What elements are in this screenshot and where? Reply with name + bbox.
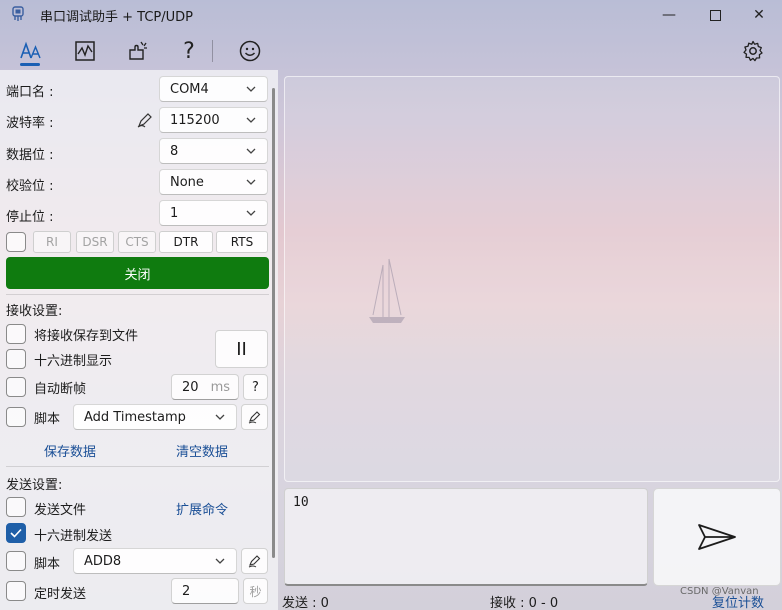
save-data-link[interactable]: 保存数据: [44, 441, 96, 460]
pen-icon: [248, 555, 260, 568]
receive-display[interactable]: [284, 76, 780, 482]
frame-ms-input[interactable]: 20 ms: [171, 374, 239, 400]
close-window-button[interactable]: ✕: [744, 4, 774, 26]
chevron-down-icon: [246, 117, 256, 123]
app-icon: [12, 6, 24, 21]
send-script-value: ADD8: [84, 553, 122, 569]
pen-icon: [248, 411, 260, 424]
send-script-checkbox[interactable]: [6, 551, 26, 571]
extend-command-link[interactable]: 扩展命令: [176, 499, 228, 518]
receive-script-value: Add Timestamp: [84, 409, 186, 425]
send-file-label: 发送文件: [34, 503, 87, 518]
help-icon: ?: [183, 38, 195, 64]
cts-button[interactable]: CTS: [118, 231, 156, 253]
plugin-icon: [129, 41, 147, 60]
baud-select[interactable]: 115200: [159, 107, 268, 133]
port-value: COM4: [170, 81, 209, 97]
sent-count: 发送 : 0: [282, 596, 329, 610]
send-file-checkbox[interactable]: [6, 497, 26, 517]
signal-checkbox[interactable]: [6, 232, 26, 252]
port-select[interactable]: COM4: [159, 76, 268, 102]
checkmark-icon: [10, 528, 22, 538]
pause-icon: II: [236, 338, 247, 360]
send-arrow-icon: [698, 524, 736, 550]
send-input-value: 10: [293, 495, 309, 510]
send-script-edit-button[interactable]: [241, 548, 268, 574]
tab-font-settings[interactable]: [18, 38, 44, 64]
send-button[interactable]: [653, 488, 781, 586]
receive-script-select[interactable]: Add Timestamp: [73, 404, 237, 430]
baud-label: 波特率 :: [6, 116, 54, 131]
hex-send-label: 十六进制发送: [34, 529, 113, 544]
divider: [6, 294, 269, 295]
chevron-down-icon: [246, 210, 256, 216]
receive-script-checkbox[interactable]: [6, 407, 26, 427]
databits-select[interactable]: 8: [159, 138, 268, 164]
parity-select[interactable]: None: [159, 169, 268, 195]
hex-display-checkbox[interactable]: [6, 349, 26, 369]
chevron-down-icon: [246, 148, 256, 154]
frame-ms-value: 20: [182, 379, 199, 395]
ri-button[interactable]: RI: [33, 231, 71, 253]
port-label: 端口名 :: [6, 85, 54, 100]
receive-script-label: 脚本: [34, 412, 61, 427]
edit-icon[interactable]: [136, 111, 154, 129]
dtr-button[interactable]: DTR: [159, 231, 213, 253]
send-input[interactable]: 10: [284, 488, 648, 586]
stopbits-value: 1: [170, 205, 179, 221]
hex-display-label: 十六进制显示: [34, 354, 113, 369]
receive-section-label: 接收设置:: [6, 304, 63, 319]
tab-about[interactable]: [237, 38, 263, 64]
tab-help[interactable]: ?: [176, 38, 202, 64]
gear-icon: [743, 40, 763, 62]
waveform-chart-icon: [75, 41, 95, 61]
save-to-file-label: 将接收保存到文件: [34, 329, 139, 344]
save-to-file-checkbox[interactable]: [6, 324, 26, 344]
hex-send-checkbox[interactable]: [6, 523, 26, 543]
auto-frame-label: 自动断帧: [34, 382, 87, 397]
maximize-icon: [709, 9, 721, 21]
frame-ms-unit: ms: [210, 379, 230, 395]
settings-button[interactable]: [740, 38, 766, 64]
dsr-button[interactable]: DSR: [76, 231, 114, 253]
baud-value: 115200: [170, 112, 220, 128]
parity-value: None: [170, 174, 204, 190]
chevron-down-icon: [246, 86, 256, 92]
sailboat-graphic: [369, 258, 405, 323]
clear-data-link[interactable]: 清空数据: [176, 441, 228, 460]
databits-value: 8: [170, 143, 179, 159]
send-script-select[interactable]: ADD8: [73, 548, 237, 574]
auto-frame-checkbox[interactable]: [6, 377, 26, 397]
font-settings-icon: [20, 41, 41, 59]
tab-plugins[interactable]: [125, 38, 151, 64]
help-button[interactable]: ?: [243, 374, 268, 400]
close-port-button[interactable]: 关闭: [6, 257, 269, 289]
toolbar-divider: [212, 40, 213, 62]
send-script-label: 脚本: [34, 557, 61, 572]
status-bar: 发送 : 0 接收 : 0 - 0 复位计数 CSDN @Vanvan: [0, 586, 782, 610]
minimize-button[interactable]: —: [654, 4, 684, 26]
parity-label: 校验位 :: [6, 179, 54, 194]
chevron-down-icon: [215, 414, 225, 420]
received-count: 接收 : 0 - 0: [490, 596, 559, 610]
rts-button[interactable]: RTS: [216, 231, 268, 253]
divider: [6, 466, 269, 467]
scrollbar-thumb[interactable]: [272, 88, 275, 558]
receive-script-edit-button[interactable]: [241, 404, 268, 430]
smiley-icon: [239, 40, 261, 62]
watermark: CSDN @Vanvan: [680, 586, 759, 597]
chevron-down-icon: [246, 179, 256, 185]
databits-label: 数据位 :: [6, 148, 54, 163]
pause-button[interactable]: II: [215, 330, 268, 368]
maximize-button[interactable]: [700, 4, 730, 26]
stopbits-label: 停止位 :: [6, 210, 54, 225]
chevron-down-icon: [215, 558, 225, 564]
stopbits-select[interactable]: 1: [159, 200, 268, 226]
active-tab-indicator: [20, 63, 40, 66]
title-bar: 串口调试助手 + TCP/UDP — ✕: [0, 0, 782, 30]
tab-waveform[interactable]: [72, 38, 98, 64]
window-title: 串口调试助手 + TCP/UDP: [40, 10, 193, 25]
send-section-label: 发送设置:: [6, 478, 63, 493]
